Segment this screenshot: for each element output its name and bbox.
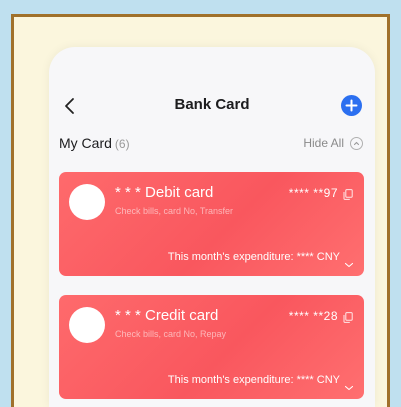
chevron-up-circle-icon — [350, 136, 363, 150]
card-subtitle: Check bills, card No, Repay — [115, 329, 227, 339]
bank-logo-placeholder — [69, 184, 105, 220]
section-title: My Card (6) — [59, 135, 130, 151]
bank-logo-placeholder — [69, 307, 105, 343]
copy-icon[interactable] — [343, 187, 353, 200]
card-number: **** **97 — [288, 186, 338, 200]
debit-card[interactable]: * * * Debit card Check bills, card No, T… — [59, 172, 364, 276]
phone-screen: Bank Card My Card (6) Hide All * * * Deb… — [49, 47, 375, 407]
card-number: **** **28 — [288, 309, 338, 323]
card-subtitle: Check bills, card No, Transfer — [115, 206, 234, 216]
add-card-button[interactable] — [341, 95, 362, 116]
section-title-text: My Card — [59, 135, 112, 151]
hide-all-button[interactable]: Hide All — [303, 136, 363, 150]
page-title: Bank Card — [174, 96, 250, 113]
chevron-down-icon[interactable] — [344, 378, 354, 391]
card-count: (6) — [114, 137, 130, 151]
monthly-expenditure: This month's expenditure: **** CNY — [167, 251, 340, 263]
plus-icon — [345, 99, 358, 112]
my-card-section-header: My Card (6) Hide All — [59, 133, 365, 153]
copy-icon[interactable] — [343, 310, 353, 323]
credit-card[interactable]: * * * Credit card Check bills, card No, … — [59, 295, 364, 399]
monthly-expenditure: This month's expenditure: **** CNY — [167, 374, 340, 386]
screenshot-background: Bank Card My Card (6) Hide All * * * Deb… — [0, 0, 401, 407]
card-name: * * * Debit card — [115, 184, 214, 201]
nav-bar: Bank Card — [49, 91, 375, 121]
card-name: * * * Credit card — [115, 307, 219, 324]
hide-all-label: Hide All — [303, 136, 344, 150]
chevron-down-icon[interactable] — [344, 255, 354, 268]
